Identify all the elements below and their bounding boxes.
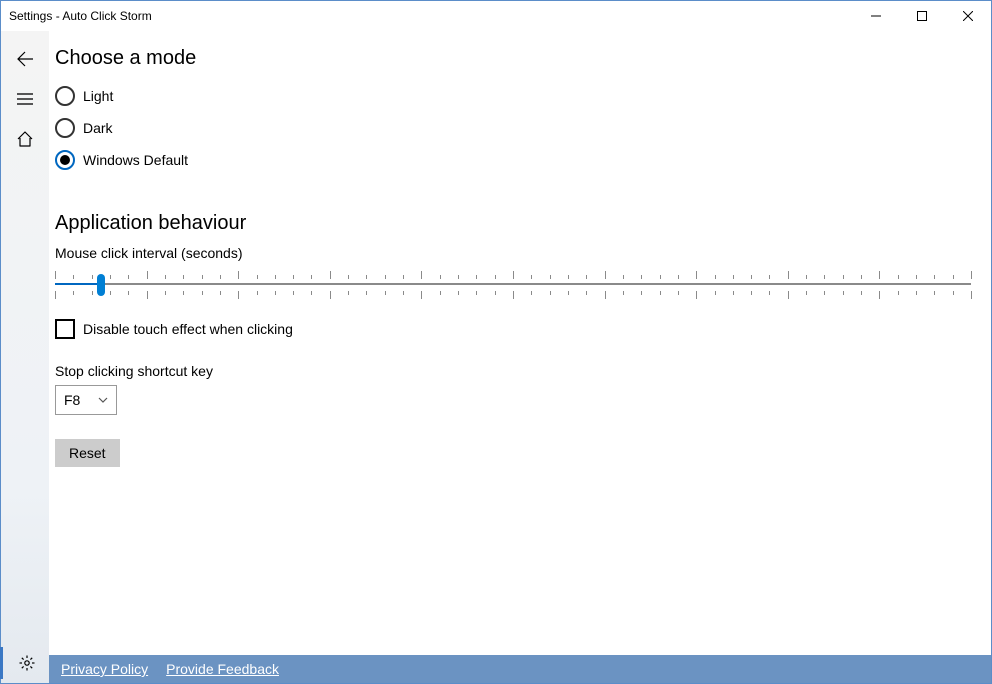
maximize-button[interactable] xyxy=(899,1,945,31)
touch-effect-checkbox[interactable]: Disable touch effect when clicking xyxy=(55,319,971,339)
gear-icon xyxy=(19,655,35,671)
mode-radio-dark[interactable]: Dark xyxy=(55,112,971,144)
hamburger-button[interactable] xyxy=(5,79,45,119)
minimize-icon xyxy=(871,11,881,21)
checkbox-icon xyxy=(55,319,75,339)
radio-icon xyxy=(55,118,75,138)
interval-label: Mouse click interval (seconds) xyxy=(55,245,971,261)
minimize-button[interactable] xyxy=(853,1,899,31)
window-controls xyxy=(853,1,991,31)
checkbox-label: Disable touch effect when clicking xyxy=(83,321,293,337)
sidebar xyxy=(1,31,49,683)
interval-slider[interactable] xyxy=(55,267,971,303)
combo-value: F8 xyxy=(64,392,80,408)
provide-feedback-link[interactable]: Provide Feedback xyxy=(166,661,279,677)
slider-fill xyxy=(55,283,101,285)
home-button[interactable] xyxy=(5,119,45,159)
behaviour-section-title: Application behaviour xyxy=(55,212,971,235)
shortcut-label: Stop clicking shortcut key xyxy=(55,363,971,379)
radio-label: Windows Default xyxy=(83,152,188,168)
privacy-policy-link[interactable]: Privacy Policy xyxy=(61,661,148,677)
radio-icon xyxy=(55,150,75,170)
reset-button[interactable]: Reset xyxy=(55,439,120,467)
footer-bar: Privacy Policy Provide Feedback xyxy=(49,655,991,683)
chevron-down-icon xyxy=(98,397,108,403)
settings-nav-button[interactable] xyxy=(0,647,48,679)
radio-icon xyxy=(55,86,75,106)
mode-section-title: Choose a mode xyxy=(55,47,971,70)
back-arrow-icon xyxy=(16,50,34,68)
radio-label: Light xyxy=(83,88,113,104)
maximize-icon xyxy=(917,11,927,21)
window-title: Settings - Auto Click Storm xyxy=(9,9,152,23)
close-button[interactable] xyxy=(945,1,991,31)
close-icon xyxy=(963,11,973,21)
slider-thumb[interactable] xyxy=(97,274,105,296)
shortcut-combo[interactable]: F8 xyxy=(55,385,117,415)
back-button[interactable] xyxy=(5,39,45,79)
mode-radio-light[interactable]: Light xyxy=(55,80,971,112)
slider-track xyxy=(55,283,971,285)
radio-label: Dark xyxy=(83,120,113,136)
home-icon xyxy=(16,130,34,148)
mode-radio-windows-default[interactable]: Windows Default xyxy=(55,144,971,176)
title-bar: Settings - Auto Click Storm xyxy=(1,1,991,31)
hamburger-icon xyxy=(17,92,33,106)
